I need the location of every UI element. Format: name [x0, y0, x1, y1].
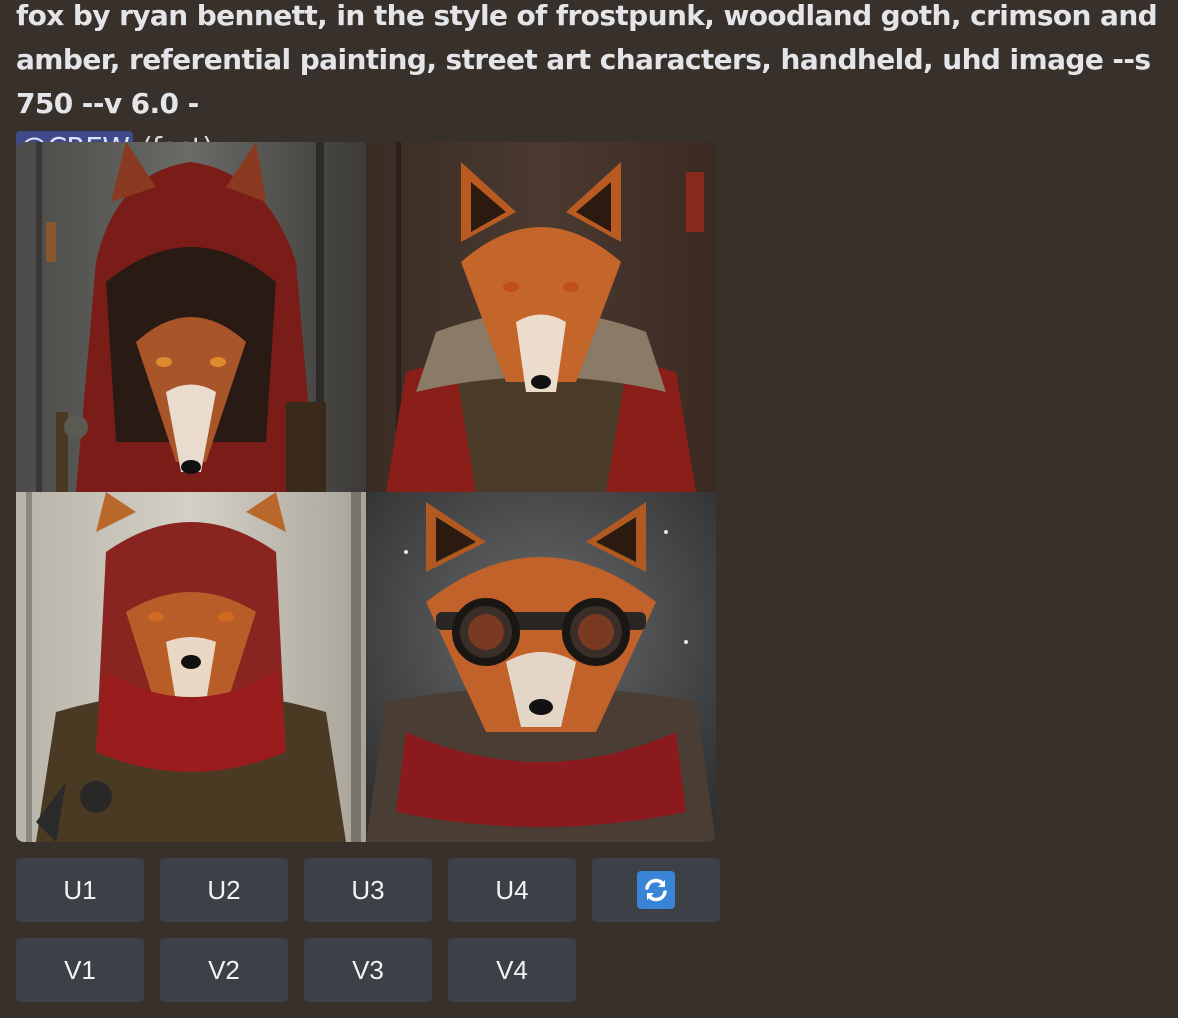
- image-grid[interactable]: [16, 142, 716, 842]
- refresh-icon: [637, 871, 675, 909]
- variation-button-4[interactable]: V4: [448, 938, 576, 1002]
- fox-image-4: [366, 492, 716, 842]
- upscale-button-1[interactable]: U1: [16, 858, 144, 922]
- variation-button-2[interactable]: V2: [160, 938, 288, 1002]
- upscale-row: U1 U2 U3 U4: [16, 858, 720, 922]
- fox-image-2: [366, 142, 716, 492]
- fox-image-1: [16, 142, 366, 492]
- action-buttons: U1 U2 U3 U4 V1 V2 V3 V4: [16, 858, 720, 1018]
- image-tile-2[interactable]: [366, 142, 716, 492]
- reroll-button[interactable]: [592, 858, 720, 922]
- variation-button-3[interactable]: V3: [304, 938, 432, 1002]
- upscale-button-3[interactable]: U3: [304, 858, 432, 922]
- upscale-button-2[interactable]: U2: [160, 858, 288, 922]
- prompt-text: fox by ryan bennett, in the style of fro…: [16, 0, 1158, 120]
- variation-row: V1 V2 V3 V4: [16, 938, 720, 1002]
- upscale-button-4[interactable]: U4: [448, 858, 576, 922]
- image-tile-3[interactable]: [16, 492, 366, 842]
- fox-image-3: [16, 492, 366, 842]
- variation-button-1[interactable]: V1: [16, 938, 144, 1002]
- image-tile-4[interactable]: [366, 492, 716, 842]
- image-tile-1[interactable]: [16, 142, 366, 492]
